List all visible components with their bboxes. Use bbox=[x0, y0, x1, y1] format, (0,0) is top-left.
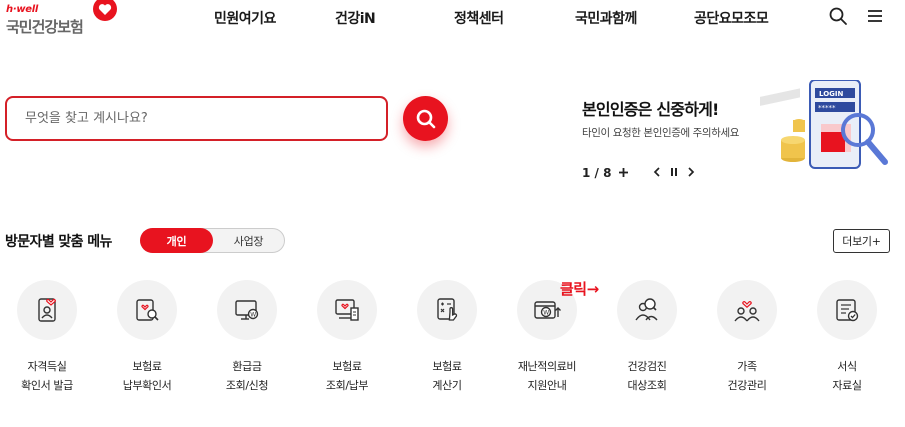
pager-count: 1 / 8 bbox=[582, 166, 612, 180]
visitor-type-toggle: 개인 사업장 bbox=[140, 228, 285, 253]
logo-title: 국민건강보험 bbox=[6, 18, 84, 36]
receipt-heart-icon bbox=[335, 299, 359, 321]
chevron-left-icon[interactable] bbox=[649, 164, 665, 180]
menu-label: 환급금 조회/신청 bbox=[225, 360, 269, 392]
heart-logo-icon bbox=[93, 0, 117, 21]
search-box bbox=[5, 96, 388, 141]
click-annotation: 클릭→ bbox=[560, 280, 599, 298]
search-icon[interactable] bbox=[828, 6, 848, 26]
menu-label: 자격득실 확인서 발급 bbox=[21, 360, 73, 392]
svg-text:W: W bbox=[250, 312, 256, 319]
chevron-right-icon[interactable] bbox=[683, 164, 699, 180]
menu-icon-circle bbox=[817, 280, 877, 340]
menu-item-premium-inquiry[interactable]: 보험료 조회/납부 bbox=[297, 280, 397, 400]
menu-label: 재난적의료비 지원안내 bbox=[517, 360, 577, 392]
logo-subtitle: h·well bbox=[6, 4, 38, 15]
menu-item-forms[interactable]: 서식 자료실 bbox=[797, 280, 897, 400]
menu-label: 서식 자료실 bbox=[832, 360, 862, 392]
menu-label: 보험료 조회/납부 bbox=[325, 360, 369, 392]
nav-item-about[interactable]: 공단요모조모 bbox=[694, 8, 769, 28]
wallet-coin-arrow-icon: W bbox=[534, 301, 561, 319]
menu-icon-circle: W bbox=[217, 280, 277, 340]
site-logo[interactable]: h·well 국민건강보험 bbox=[6, 0, 117, 36]
hamburger-menu-icon[interactable] bbox=[865, 6, 885, 26]
login-label: LOGIN bbox=[819, 90, 844, 98]
menu-icon-circle bbox=[417, 280, 477, 340]
form-document-icon bbox=[836, 299, 859, 322]
toggle-business[interactable]: 사업장 bbox=[212, 228, 285, 253]
calculator-hand-icon bbox=[437, 298, 458, 321]
nav-item-civil-service[interactable]: 민원여기요 bbox=[214, 8, 276, 28]
svg-text:W: W bbox=[543, 310, 549, 317]
banner-title[interactable]: 본인인증은 신중하게! bbox=[582, 96, 719, 120]
menu-icon-circle bbox=[117, 280, 177, 340]
people-search-icon bbox=[635, 298, 658, 321]
id-card-heart-icon bbox=[38, 298, 56, 322]
search-icon bbox=[416, 109, 435, 128]
family-heart-icon bbox=[734, 301, 760, 322]
document-search-icon bbox=[136, 299, 159, 321]
nav-item-policy-center[interactable]: 정책센터 bbox=[454, 8, 504, 28]
search-input[interactable] bbox=[25, 98, 375, 139]
menu-icon-circle bbox=[17, 280, 77, 340]
menu-label: 보험료 계산기 bbox=[432, 360, 462, 392]
menu-label: 보험료 납부확인서 bbox=[122, 360, 172, 392]
visitor-menu-title: 방문자별 맞춤 메뉴 bbox=[5, 234, 112, 250]
menu-label: 건강검진 대상조회 bbox=[627, 360, 667, 392]
menu-label: 가족 건강관리 bbox=[727, 360, 767, 392]
search-button[interactable] bbox=[403, 96, 448, 141]
nav-item-with-public[interactable]: 국민과함께 bbox=[575, 8, 637, 28]
nav-item-health-in[interactable]: 건강iN bbox=[335, 8, 376, 28]
menu-item-refund[interactable]: W 환급금 조회/신청 bbox=[197, 280, 297, 400]
menu-item-calculator[interactable]: 보험료 계산기 bbox=[397, 280, 497, 400]
banner-subtitle: 타인이 요청한 본인인증에 주의하세요 bbox=[582, 127, 739, 139]
monitor-coin-icon: W bbox=[235, 300, 259, 320]
menu-item-family-health[interactable]: 가족 건강관리 bbox=[697, 280, 797, 400]
login-phone-illustration: LOGIN ***** bbox=[760, 80, 888, 169]
svg-text:*****: ***** bbox=[818, 104, 836, 112]
pause-icon[interactable] bbox=[666, 164, 682, 180]
menu-item-health-checkup[interactable]: 건강검진 대상조회 bbox=[597, 280, 697, 400]
menu-item-payment-confirm[interactable]: 보험료 납부확인서 bbox=[97, 280, 197, 400]
menu-icon-circle bbox=[617, 280, 677, 340]
plus-icon[interactable] bbox=[615, 164, 631, 180]
toggle-personal[interactable]: 개인 bbox=[140, 228, 213, 253]
menu-item-qualification[interactable]: 자격득실 확인서 발급 bbox=[0, 280, 97, 400]
menu-icon-circle bbox=[717, 280, 777, 340]
menu-icon-circle bbox=[317, 280, 377, 340]
more-button[interactable]: 더보기+ bbox=[833, 229, 890, 253]
